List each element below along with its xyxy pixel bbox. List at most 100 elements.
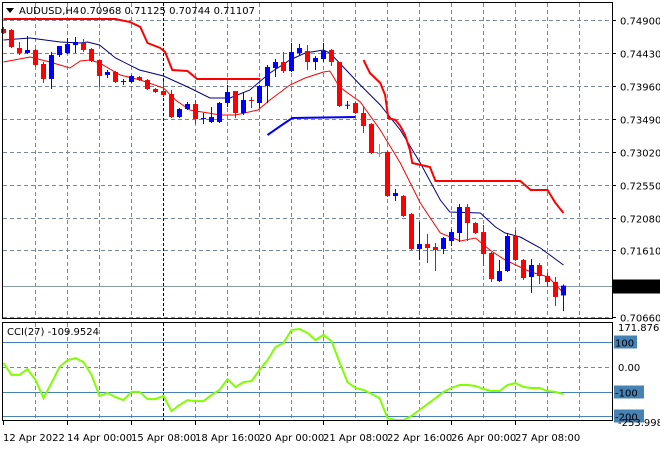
candle-body — [145, 80, 150, 89]
candle-body — [361, 113, 366, 126]
time-label: 22 Apr 16:00 — [387, 433, 452, 444]
cci-axis-label-zero: 0.00 — [618, 363, 640, 374]
candle-body — [521, 259, 526, 278]
candle-body — [25, 49, 30, 53]
candle-body — [217, 103, 222, 122]
candle-body — [297, 48, 302, 53]
candle-body — [113, 71, 118, 82]
candle-body — [49, 55, 54, 79]
price-label: 0.73490 — [620, 116, 660, 127]
cci-title: CCI(27) -109.9524 — [7, 327, 99, 338]
indicator-lines — [2, 18, 565, 422]
candle-body — [329, 49, 334, 63]
candle-body — [337, 62, 342, 107]
candle-body — [209, 117, 214, 122]
price-label: 0.71610 — [620, 247, 660, 258]
candle-body — [129, 75, 134, 82]
candle-body — [233, 91, 238, 114]
time-label: 12 Apr 2022 — [3, 433, 65, 444]
candle-body — [489, 252, 494, 280]
cci-axis-label-max: 171.8765 — [618, 323, 660, 334]
candle-body — [537, 265, 542, 277]
candle-body — [225, 92, 230, 104]
candle-body — [73, 41, 78, 46]
candle-body — [185, 103, 190, 110]
candle-body — [409, 214, 414, 249]
candle-body — [553, 281, 558, 297]
symbol-title: AUDUSD,H4 — [19, 6, 79, 17]
time-label: 18 Apr 16:00 — [195, 433, 260, 444]
price-label: 0.74430 — [620, 50, 660, 61]
candle-body — [65, 44, 70, 53]
candle-body — [33, 49, 38, 65]
candle-body — [105, 71, 110, 75]
time-label: 20 Apr 00:00 — [259, 433, 324, 444]
candle-body — [289, 52, 294, 71]
axes: 0.74900 0.74430 0.73960 0.73490 0.73020 0.725… — [3, 17, 660, 444]
candle-body — [513, 236, 518, 260]
candle-body — [497, 270, 502, 282]
candle-body — [177, 109, 182, 118]
price-label: 0.74900 — [620, 17, 660, 28]
candle-body — [1, 28, 6, 34]
price-label: 0.72080 — [620, 215, 660, 226]
candle-body — [473, 223, 478, 234]
candle-body — [353, 103, 358, 114]
trading-chart[interactable]: 0.74900 0.74430 0.73960 0.73490 0.73020 0.725… — [0, 0, 660, 450]
candle-body — [385, 151, 390, 197]
candle-body — [393, 193, 398, 197]
candle-body — [241, 99, 246, 114]
candle-body — [161, 91, 166, 96]
candle-body — [545, 276, 550, 282]
candle-body — [193, 103, 198, 119]
candle-body — [9, 30, 14, 47]
time-label: 14 Apr 00:00 — [67, 433, 132, 444]
candle-body — [441, 237, 446, 249]
candle-body — [313, 57, 318, 63]
time-label: 15 Apr 08:00 — [131, 433, 196, 444]
price-label: 0.72550 — [620, 182, 660, 193]
candle-body — [465, 207, 470, 224]
candle-body — [425, 244, 430, 249]
candle-body — [41, 63, 46, 79]
candle-body — [169, 93, 174, 118]
candle-body — [305, 51, 310, 63]
candle-body — [449, 232, 454, 242]
time-label: 27 Apr 08:00 — [515, 433, 580, 444]
cci-level-label: -100 — [615, 389, 638, 400]
candle-body — [457, 207, 462, 234]
candle-body — [81, 42, 86, 50]
time-label: 26 Apr 00:00 — [451, 433, 516, 444]
cci-axis-label-min: -253.9982 — [618, 418, 660, 429]
candle-body — [257, 85, 262, 104]
candle-body — [97, 59, 102, 76]
candle-body — [417, 244, 422, 249]
candle-body — [529, 265, 534, 278]
candle-body — [249, 99, 254, 101]
last-price-label: 0.71107 — [617, 283, 658, 294]
candle-body — [121, 81, 126, 83]
candle-body — [321, 51, 326, 60]
candle-body — [137, 77, 142, 81]
candle-body — [505, 236, 510, 271]
candle-body — [377, 153, 382, 155]
candle-body — [433, 247, 438, 250]
price-label: 0.73960 — [620, 83, 660, 94]
ohlc-readout: 0.70968 0.71125 0.70744 0.71107 — [80, 6, 255, 17]
candle-body — [561, 285, 566, 296]
candle-body — [89, 49, 94, 61]
price-label: 0.73020 — [620, 149, 660, 160]
candle-body — [401, 196, 406, 216]
candle-body — [281, 62, 286, 71]
candle-body — [17, 48, 22, 53]
candle-body — [57, 45, 62, 56]
candle-body — [481, 232, 486, 255]
moving-average-fast — [3, 56, 564, 294]
cci-level-label: 100 — [615, 339, 634, 350]
triangle-down-icon[interactable] — [6, 8, 14, 13]
candle-body — [153, 88, 158, 93]
candle-body — [273, 62, 278, 68]
candle-body — [201, 117, 206, 119]
candle-body — [369, 124, 374, 154]
candle-body — [265, 67, 270, 86]
